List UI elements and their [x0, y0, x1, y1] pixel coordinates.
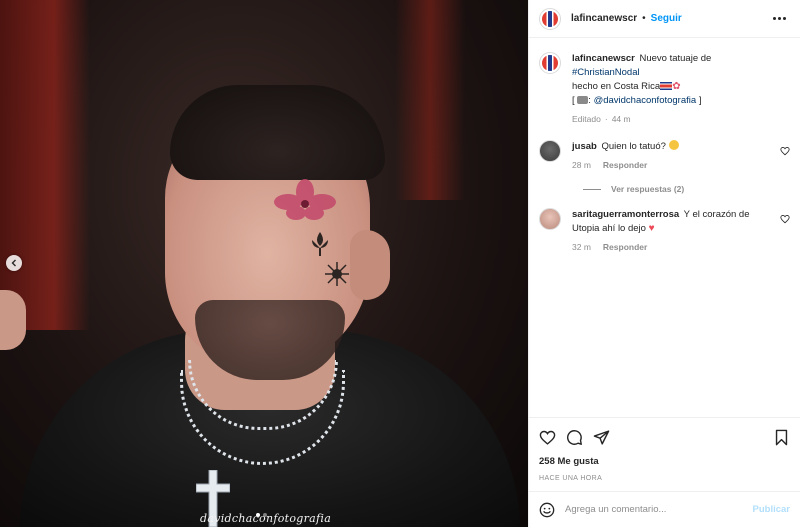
action-icons — [539, 426, 790, 448]
camera-emoji — [577, 96, 589, 104]
chevron-left-icon — [11, 259, 16, 267]
photo-watermark: davidchaconfotografia — [200, 512, 332, 525]
sun-tattoo — [325, 262, 349, 286]
hand — [0, 290, 26, 350]
share-icon[interactable] — [593, 429, 610, 446]
author-username[interactable]: lafincanewscr — [571, 13, 637, 24]
previous-photo-button[interactable] — [6, 255, 22, 271]
mention-link[interactable]: @davidchaconfotografia — [594, 95, 697, 106]
comment-input[interactable] — [565, 504, 753, 515]
stage-light — [395, 0, 465, 200]
emoji-icon[interactable] — [539, 502, 555, 518]
costa-rica-flag-icon — [542, 10, 558, 27]
flower-tattoo — [274, 179, 336, 220]
like-count[interactable]: 258 Me gusta — [539, 456, 790, 467]
add-comment-bar: Publicar — [529, 491, 800, 527]
comment: saritaguerramonterrosa Y el corazón de U… — [539, 208, 790, 252]
comment-meta: 32 m Responder — [572, 242, 648, 252]
ear — [350, 230, 390, 300]
comment: jusab Quien lo tatuó? 28 m Responder — [539, 140, 790, 170]
follow-button[interactable]: Seguir — [651, 13, 682, 24]
more-options-button[interactable] — [769, 13, 790, 24]
comment-meta: 28 m Responder — [572, 160, 648, 170]
hair — [170, 85, 385, 180]
post-comment-button[interactable]: Publicar — [753, 504, 791, 515]
surprised-emoji — [668, 140, 679, 150]
view-replies-button[interactable]: Ver respuestas (2) — [583, 184, 790, 194]
heart-icon[interactable] — [539, 429, 556, 446]
caption-username[interactable]: lafincanewscr — [572, 53, 635, 64]
avatar[interactable] — [539, 52, 561, 74]
reply-button[interactable]: Responder — [603, 242, 647, 252]
avatar[interactable] — [539, 7, 561, 30]
red-heart-emoji: ♥ — [648, 223, 655, 234]
comment-icon[interactable] — [566, 429, 583, 446]
bookmark-icon[interactable] — [773, 429, 790, 446]
fleur-tattoo — [312, 232, 328, 256]
comments-list: lafincanewscr Nuevo tatuaje de #Christia… — [529, 38, 800, 417]
post-photo[interactable]: davidchaconfotografia — [0, 0, 528, 527]
comment-username[interactable]: saritaguerramonterrosa — [572, 209, 679, 220]
separator-dot: • — [642, 13, 646, 24]
caption-text: lafincanewscr Nuevo tatuaje de #Christia… — [572, 53, 712, 106]
heart-icon[interactable] — [780, 146, 790, 156]
hibiscus-emoji: ✿ — [672, 81, 681, 92]
heart-icon[interactable] — [780, 214, 790, 224]
avatar[interactable] — [539, 140, 561, 162]
more-icon — [773, 17, 776, 20]
reply-button[interactable]: Responder — [603, 160, 647, 170]
hashtag-link[interactable]: #ChristianNodal — [572, 67, 640, 78]
stage-light — [0, 0, 90, 330]
post-side-panel: lafincanewscr • Seguir lafincanewscr Nue… — [528, 0, 800, 527]
costa-rica-flag-icon — [542, 55, 558, 71]
divider — [583, 188, 601, 190]
post-actions: 258 Me gusta HACE UNA HORA — [529, 417, 800, 491]
caption: lafincanewscr Nuevo tatuaje de #Christia… — [539, 52, 790, 124]
comment-text: jusab Quien lo tatuó? — [572, 140, 790, 154]
caption-meta: Editado · 44 m — [572, 114, 631, 124]
avatar[interactable] — [539, 208, 561, 230]
comment-text: saritaguerramonterrosa Y el corazón de U… — [572, 209, 750, 234]
costa-rica-flag-emoji — [660, 82, 673, 90]
post-view: davidchaconfotografia lafincanewscr • Se… — [0, 0, 800, 527]
comment-username[interactable]: jusab — [572, 141, 597, 152]
post-header: lafincanewscr • Seguir — [529, 0, 800, 38]
post-time: HACE UNA HORA — [539, 475, 603, 482]
